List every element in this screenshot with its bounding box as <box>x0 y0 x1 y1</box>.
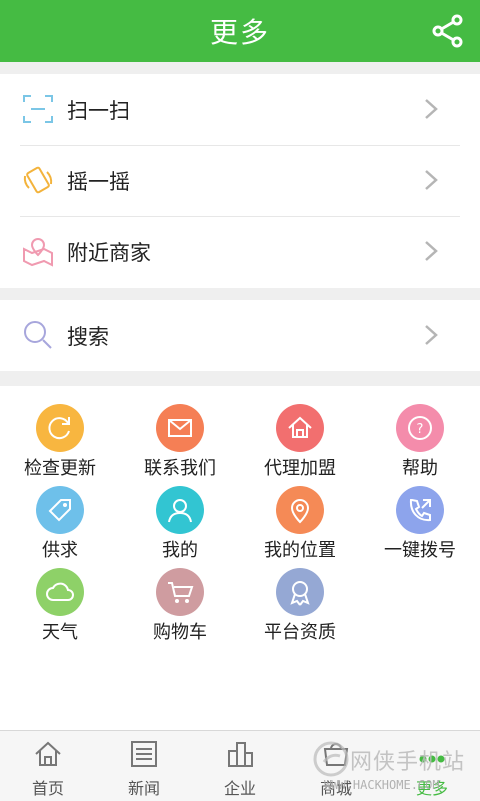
grid-item-cart[interactable]: 购物车 <box>120 550 240 643</box>
grid-item-weather[interactable]: 天气 <box>0 550 120 643</box>
news-tab-icon <box>131 741 157 767</box>
tab-news[interactable]: 新闻 <box>96 731 192 801</box>
watermark: 网侠手机站 WWW.HACKHOME.COM <box>310 738 480 800</box>
menu-item-label: 附近商家 <box>67 240 151 265</box>
chevron-right-icon <box>425 99 438 119</box>
app-header: 更多 <box>0 0 480 62</box>
building-tab-icon <box>228 742 253 767</box>
svg-text:?: ? <box>417 422 424 437</box>
grid-item-location[interactable]: 我的位置 <box>240 468 360 561</box>
menu-group-search: 搜索 <box>0 300 480 371</box>
tab-home[interactable]: 首页 <box>0 731 96 801</box>
grid-item-contact[interactable]: 联系我们 <box>120 386 240 479</box>
share-icon <box>432 14 463 48</box>
grid-item-supply[interactable]: 供求 <box>0 468 120 561</box>
user-icon <box>156 486 204 534</box>
chevron-right-icon <box>425 241 438 261</box>
grid-item-qualification[interactable]: 平台资质 <box>240 550 360 643</box>
tab-label: 首页 <box>31 779 64 798</box>
menu-item-label: 摇一摇 <box>67 169 130 194</box>
location-pin-icon <box>276 486 324 534</box>
chevron-right-icon <box>425 325 438 345</box>
home-icon <box>276 404 324 452</box>
grid-item-mine[interactable]: 我的 <box>120 468 240 561</box>
mail-icon <box>156 404 204 452</box>
grid-item-dial[interactable]: 一键拨号 <box>360 468 480 561</box>
menu-item-scan[interactable]: 扫一扫 <box>0 74 480 145</box>
watermark-logo-icon <box>313 741 349 777</box>
chevron-right-icon <box>425 170 438 190</box>
tab-label: 企业 <box>223 779 256 798</box>
refresh-icon <box>36 404 84 452</box>
feature-grid: 检查更新 联系我们 代理加盟 ? 帮助 供求 我的 我的位置 一键拨号 天气 购… <box>0 386 480 730</box>
cart-icon <box>156 568 204 616</box>
menu-item-label: 扫一扫 <box>67 98 130 123</box>
award-icon <box>276 568 324 616</box>
grid-item-agent[interactable]: 代理加盟 <box>240 386 360 479</box>
share-button[interactable] <box>428 11 468 51</box>
scan-icon <box>23 95 53 123</box>
cloud-icon <box>36 568 84 616</box>
grid-item-label: 一键拨号 <box>384 540 456 561</box>
menu-item-label: 搜索 <box>67 324 109 349</box>
grid-item-label: 购物车 <box>153 622 207 643</box>
help-icon: ? <box>396 404 444 452</box>
menu-item-shake[interactable]: 摇一摇 <box>0 145 480 216</box>
nearby-map-icon <box>23 238 53 267</box>
watermark-text: 网侠手机站 <box>350 750 466 775</box>
phone-icon <box>396 486 444 534</box>
tab-label: 新闻 <box>127 779 160 798</box>
shake-phone-icon <box>23 166 53 194</box>
menu-item-search[interactable]: 搜索 <box>0 300 480 371</box>
menu-item-nearby[interactable]: 附近商家 <box>0 216 480 287</box>
grid-item-label: 天气 <box>42 622 78 643</box>
tag-icon <box>36 486 84 534</box>
search-icon <box>24 321 52 349</box>
page-title: 更多 <box>209 16 270 49</box>
grid-item-label: 平台资质 <box>264 622 336 643</box>
home-tab-icon <box>35 741 61 766</box>
grid-item-help[interactable]: ? 帮助 <box>360 386 480 479</box>
menu-group-main: 扫一扫 摇一摇 附近商家 <box>0 74 480 288</box>
tab-enterprise[interactable]: 企业 <box>192 731 288 801</box>
watermark-url: WWW.HACKHOME.COM <box>324 778 440 792</box>
grid-item-check-update[interactable]: 检查更新 <box>0 386 120 479</box>
